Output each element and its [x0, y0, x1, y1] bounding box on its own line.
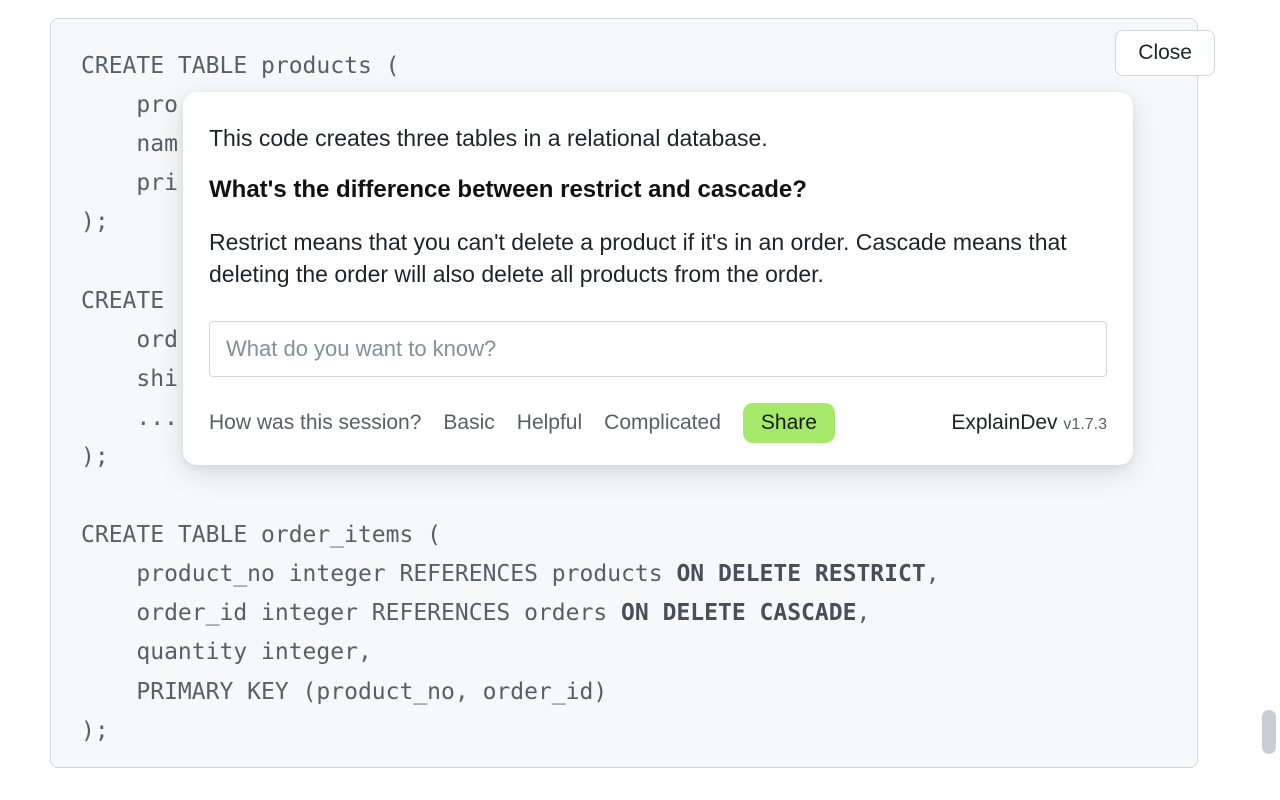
- rating-helpful[interactable]: Helpful: [517, 411, 582, 435]
- close-button[interactable]: Close: [1115, 30, 1215, 76]
- popup-intro: This code creates three tables in a rela…: [209, 122, 1107, 154]
- scrollbar-thumb[interactable]: [1262, 710, 1276, 754]
- popup-answer: Restrict means that you can't delete a p…: [209, 226, 1107, 290]
- brand-name: ExplainDev: [951, 411, 1057, 434]
- explain-popup: This code creates three tables in a rela…: [183, 92, 1133, 465]
- popup-question: What's the difference between restrict a…: [209, 176, 1107, 204]
- brand-version: v1.7.3: [1063, 416, 1107, 433]
- popup-footer: How was this session? Basic Helpful Comp…: [209, 403, 1107, 443]
- share-button[interactable]: Share: [743, 403, 835, 443]
- question-input[interactable]: [209, 321, 1107, 377]
- brand-label: ExplainDev v1.7.3: [951, 411, 1107, 435]
- rating-complicated[interactable]: Complicated: [604, 411, 721, 435]
- rating-basic[interactable]: Basic: [443, 411, 494, 435]
- feedback-label: How was this session?: [209, 411, 421, 435]
